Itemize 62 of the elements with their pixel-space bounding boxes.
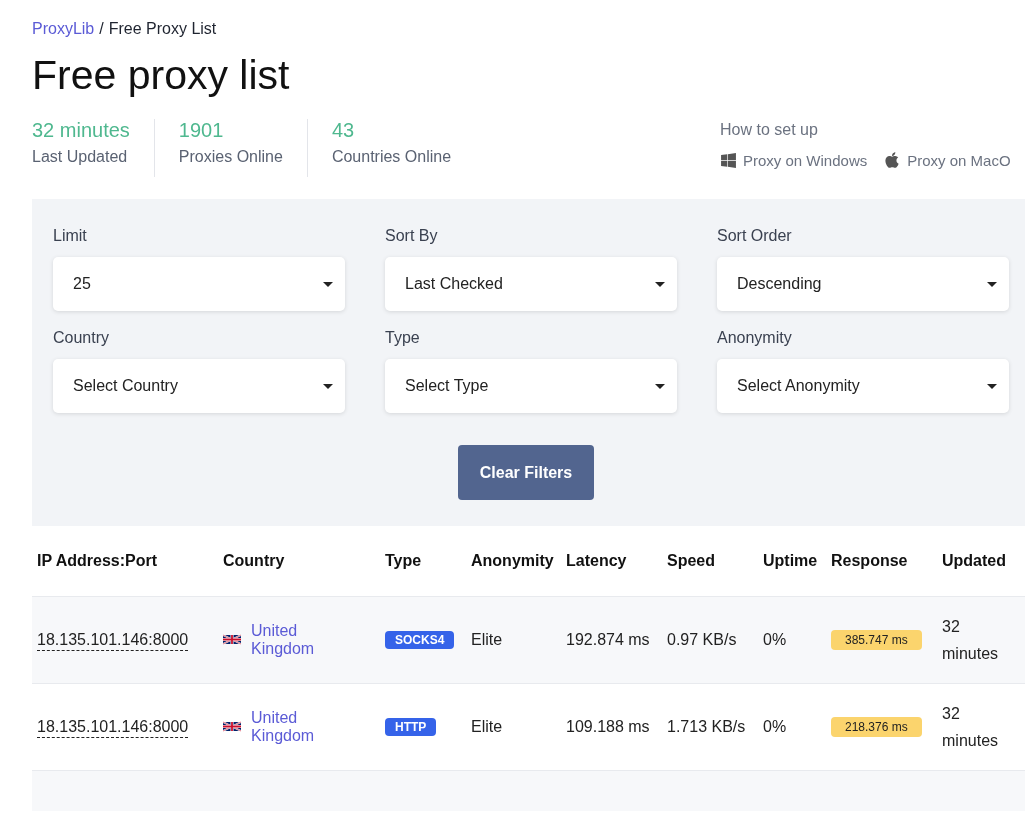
filter-label: Sort Order: [717, 227, 793, 245]
stat-value: 43: [331, 119, 356, 142]
caret-icon: [987, 281, 997, 287]
speed-text: 0.97 KB/s: [667, 631, 737, 648]
updated-text: 32 minutes: [942, 704, 999, 749]
setup-link[interactable]: Proxy on MacO: [883, 151, 1011, 169]
filter-label: Country: [53, 329, 111, 347]
ip-address-link[interactable]: 18.135.101.146:8000: [37, 631, 189, 651]
caret-icon: [987, 383, 997, 389]
column-header: Type: [380, 526, 466, 596]
windows-logo-icon: [720, 151, 737, 169]
uptime-text: 0%: [763, 631, 787, 648]
column-header: Updated: [937, 526, 1025, 596]
filter-select[interactable]: Select Country: [53, 359, 345, 413]
speed-text: 1.713 KB/s: [667, 718, 746, 736]
filter-select[interactable]: Select Anonymity: [717, 359, 1009, 413]
filter-select[interactable]: Select Type: [385, 359, 677, 413]
stat-label: Last Updated: [32, 148, 129, 166]
latency-text: 192.874 ms: [566, 631, 650, 648]
caret-icon: [655, 383, 665, 389]
filter-label: Anonymity: [717, 329, 793, 347]
country-link[interactable]: United Kingdom: [251, 621, 326, 658]
breadcrumb-current: Free Proxy List: [108, 20, 217, 38]
column-header: Speed: [662, 526, 758, 596]
anonymity-text: Elite: [471, 718, 503, 736]
page-title: Free proxy list: [32, 52, 291, 99]
response-badge: 218.376 ms: [831, 717, 922, 738]
country-link[interactable]: United Kingdom: [251, 708, 326, 745]
setup-heading: How to set up: [720, 121, 819, 139]
filter-label: Type: [385, 329, 421, 347]
uptime-text: 0%: [763, 718, 787, 736]
column-header: Response: [826, 526, 937, 596]
response-badge: 385.747 ms: [831, 630, 922, 650]
caret-icon: [323, 281, 333, 287]
column-header: IP Address:Port: [32, 526, 218, 596]
caret-icon: [323, 383, 333, 389]
uk-flag-icon: [223, 721, 241, 733]
anonymity-text: Elite: [471, 631, 503, 648]
filter-label: Limit: [53, 227, 88, 245]
caret-icon: [655, 281, 665, 287]
stat-value: 1901: [178, 119, 225, 142]
column-header: Latency: [561, 526, 662, 596]
stat-label: Countries Online: [331, 148, 452, 166]
filter-label: Sort By: [385, 227, 439, 245]
stat-label: Proxies Online: [178, 148, 283, 166]
filter-select[interactable]: Last Checked: [385, 257, 677, 311]
updated-text: 32 minutes: [942, 617, 999, 662]
stat-value: 32 minutes: [32, 119, 130, 142]
breadcrumb-separator: /: [99, 20, 104, 38]
latency-text: 109.188 ms: [566, 718, 650, 736]
setup-link[interactable]: Proxy on Windows: [720, 151, 868, 169]
type-badge: HTTP: [385, 718, 437, 737]
column-header: Uptime: [758, 526, 826, 596]
ip-address-link[interactable]: 18.135.101.146:8000: [37, 718, 189, 739]
filter-select[interactable]: 25: [53, 257, 345, 311]
clear-filters-button[interactable]: Clear Filters: [458, 445, 594, 500]
column-header: Country: [218, 526, 380, 596]
uk-flag-icon: [223, 634, 241, 645]
column-header: Anonymity: [466, 526, 561, 596]
filter-select[interactable]: Descending: [717, 257, 1009, 311]
type-badge: SOCKS4: [385, 631, 455, 649]
breadcrumb-link[interactable]: ProxyLib: [32, 20, 95, 38]
